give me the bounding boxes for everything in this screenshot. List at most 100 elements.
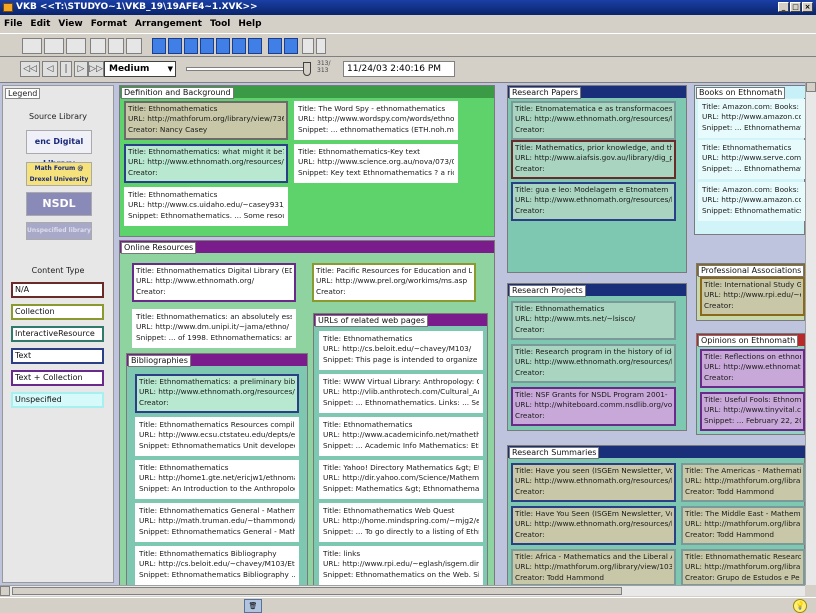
group-title: URLs of related web pages [315,315,428,327]
resource-card[interactable]: Title: Amazon.com: Books: E URL: http://w… [698,182,805,221]
resource-card[interactable]: Title: Have you seen (ISGEm Newsletter, … [511,463,676,502]
workspace-canvas[interactable]: Legend Source Library enc Digital Librar… [0,82,805,585]
maximize-icon[interactable]: □ [790,2,801,12]
resource-card[interactable]: Title: The Middle East - Mathema URL: htt… [681,506,805,545]
menu-format[interactable]: Format [87,16,131,32]
menu-tool[interactable]: Tool [206,16,234,32]
card-url: URL: http://www.academicinfo.net/matheth… [323,430,479,440]
link-tool-icon[interactable] [66,38,86,54]
resource-card[interactable]: Title: NSF Grants for NSDL Program 2001-… [511,387,676,426]
card-meta: Creator: [515,486,545,496]
vertical-scrollbar[interactable] [805,82,816,585]
content-type-text: Text [11,348,104,364]
resource-card[interactable]: Title: links URL: http://www.rpi.edu/~egl… [319,546,483,585]
resource-card[interactable]: Title: Ethnomathematics URL: http://www.c… [124,187,288,226]
resource-card[interactable]: Title: The Americas - Mathematic URL: htt… [681,463,805,502]
resource-card[interactable]: Title: International Study Gro URL: http:… [700,277,805,316]
resource-card[interactable]: Title: Research program in the history o… [511,344,676,383]
resource-card[interactable]: Title: Reflections on ethnom URL: http://… [700,349,805,388]
menu-file[interactable]: File [0,16,26,32]
resource-card[interactable]: Title: Ethnomathematics URL: http://www.s… [698,140,805,179]
pause-icon[interactable]: | [60,61,72,77]
card-title: Title: Ethnomathematics [323,420,413,429]
resource-card[interactable]: Title: Ethnomathematics URL: http://home1… [135,460,299,499]
window-title: VKB <<T:\STUDYO~1\VKB_19\19AFE4~1.XVK>> [16,2,258,12]
table-tool-icon[interactable] [108,38,124,54]
card-meta: Creator: Todd Hammond [685,529,775,539]
layout-icon-6[interactable] [232,38,246,54]
resource-card[interactable]: Title: gua e leo: Modelagem e Etnomatem U… [511,182,676,221]
menu-arrangement[interactable]: Arrangement [131,16,206,32]
card-url: URL: http://mathforum.org/library [685,519,801,529]
resource-card[interactable]: Title: Ethnomathematics URL: http://www.a… [319,417,483,456]
scroll-left-icon[interactable] [0,586,10,596]
card-meta: Creator: [139,397,169,407]
layout-icon-3[interactable] [184,38,198,54]
previous-icon[interactable]: ◁ [42,61,58,77]
resource-card[interactable]: Title: Africa - Mathematics and the Libe… [511,549,676,585]
resource-card[interactable]: Title: Ethnomathematics URL: http://www.m… [511,301,676,340]
resource-card[interactable]: Title: Ethnomathematics Digital Library … [132,263,296,302]
card-url: URL: http://vlib.anthrotech.com/Cultural… [323,387,479,397]
layout-icon-2[interactable] [168,38,182,54]
resource-card[interactable]: Title: Pacific Resources for Education a… [312,263,476,302]
title-bar[interactable]: VKB <<T:\STUDYO~1\VKB_19\19AFE4~1.XVK>> … [0,0,816,15]
resource-card[interactable]: Title: Ethnomathematic Research URL: http… [681,549,805,585]
grid-layout-icon[interactable] [268,38,282,54]
note-tool-icon[interactable] [90,38,106,54]
menu-view[interactable]: View [54,16,86,32]
unspecified-library-logo-text: Unspecified library logo [27,227,91,234]
resource-card[interactable]: Title: Ethnomathematics Resources compil… [135,417,299,456]
resource-card[interactable]: Title: Ethnomathematics: a preliminary b… [135,374,299,413]
card-meta: Creator: [515,124,545,134]
layout-icon-1[interactable] [152,38,166,54]
resource-card[interactable]: Title: Mathematics, prior knowledge, and… [511,140,676,179]
trash-tool-icon[interactable] [316,38,326,54]
menu-help[interactable]: Help [234,16,265,32]
resource-card[interactable]: Title: Ethnomathematics: what might it b… [124,144,288,183]
first-icon[interactable]: ◁◁ [20,61,40,77]
window-icon[interactable] [302,38,314,54]
scroll-up-icon[interactable] [806,82,816,92]
next-icon[interactable]: ▷ [74,61,88,77]
resource-card[interactable]: Title: Ethnomathematics-Key text URL: htt… [294,144,458,183]
resource-card[interactable]: Title: The Word Spy - ethnomathematics UR… [294,101,458,140]
menu-edit[interactable]: Edit [26,16,54,32]
resource-card[interactable]: Title: Ethnomathematics Web Quest URL: ht… [319,503,483,542]
card-title: Title: Ethnomathematics-Key text [298,147,421,156]
card-meta: Snippet: ... To go directly to a listing… [323,526,479,536]
lightbulb-icon[interactable]: 💡 [793,599,807,613]
layout-icon-5[interactable] [216,38,230,54]
card-title: Title: Ethnomathematics Bibliography [139,549,277,558]
resource-card[interactable]: Title: Yahoo! Directory Mathematics &gt;… [319,460,483,499]
resource-card[interactable]: Title: Useful Fools: Ethnom URL: http://w… [700,392,805,431]
card-meta: Snippet: Ethnomathematics General - Math… [139,526,295,536]
resource-card[interactable]: Title: Etnomatematica e as transformacoe… [511,101,676,140]
minimize-icon[interactable]: _ [778,2,789,12]
resource-card[interactable]: Title: Ethnomathematics URL: http://cs.be… [319,331,483,370]
history-slider[interactable] [186,62,311,76]
close-icon[interactable]: × [802,2,813,12]
resource-card[interactable]: Title: Have You Seen (ISGEm Newsletter, … [511,506,676,545]
resource-card[interactable]: Title: Ethnomathematics: an absolutely e… [132,309,296,348]
card-meta: Snippet: An Introduction to the Anthropo… [139,483,295,493]
slider-thumb[interactable] [303,62,311,76]
layout-icon-7[interactable] [248,38,262,54]
resource-card[interactable]: Title: Ethnomathematics Bibliography URL:… [135,546,299,585]
app-window: VKB <<T:\STUDYO~1\VKB_19\19AFE4~1.XVK>> … [0,0,816,613]
resource-card[interactable]: Title: WWW Virtual Library: Anthropology… [319,374,483,413]
resource-card[interactable]: Title: Ethnomathematics General - Mathem… [135,503,299,542]
last-icon[interactable]: ▷▷ [88,61,104,77]
resource-card[interactable]: Title: Amazon.com: Books: E URL: http://w… [698,99,805,138]
resource-card[interactable]: Title: Ethnomathematics URL: http://mathf… [124,101,288,140]
select-tool-icon[interactable] [22,38,42,54]
layout-icon-4[interactable] [200,38,214,54]
trash-icon[interactable]: 🗑 [244,599,262,613]
enc-logo: enc Digital Library [26,130,92,168]
horizontal-scrollbar[interactable] [0,585,805,596]
tile-layout-icon[interactable] [284,38,298,54]
collection-tool-icon[interactable] [44,38,64,54]
image-tool-icon[interactable] [126,38,142,54]
scroll-thumb[interactable] [12,587,622,595]
zoom-select[interactable]: Medium ▼ [104,61,176,77]
